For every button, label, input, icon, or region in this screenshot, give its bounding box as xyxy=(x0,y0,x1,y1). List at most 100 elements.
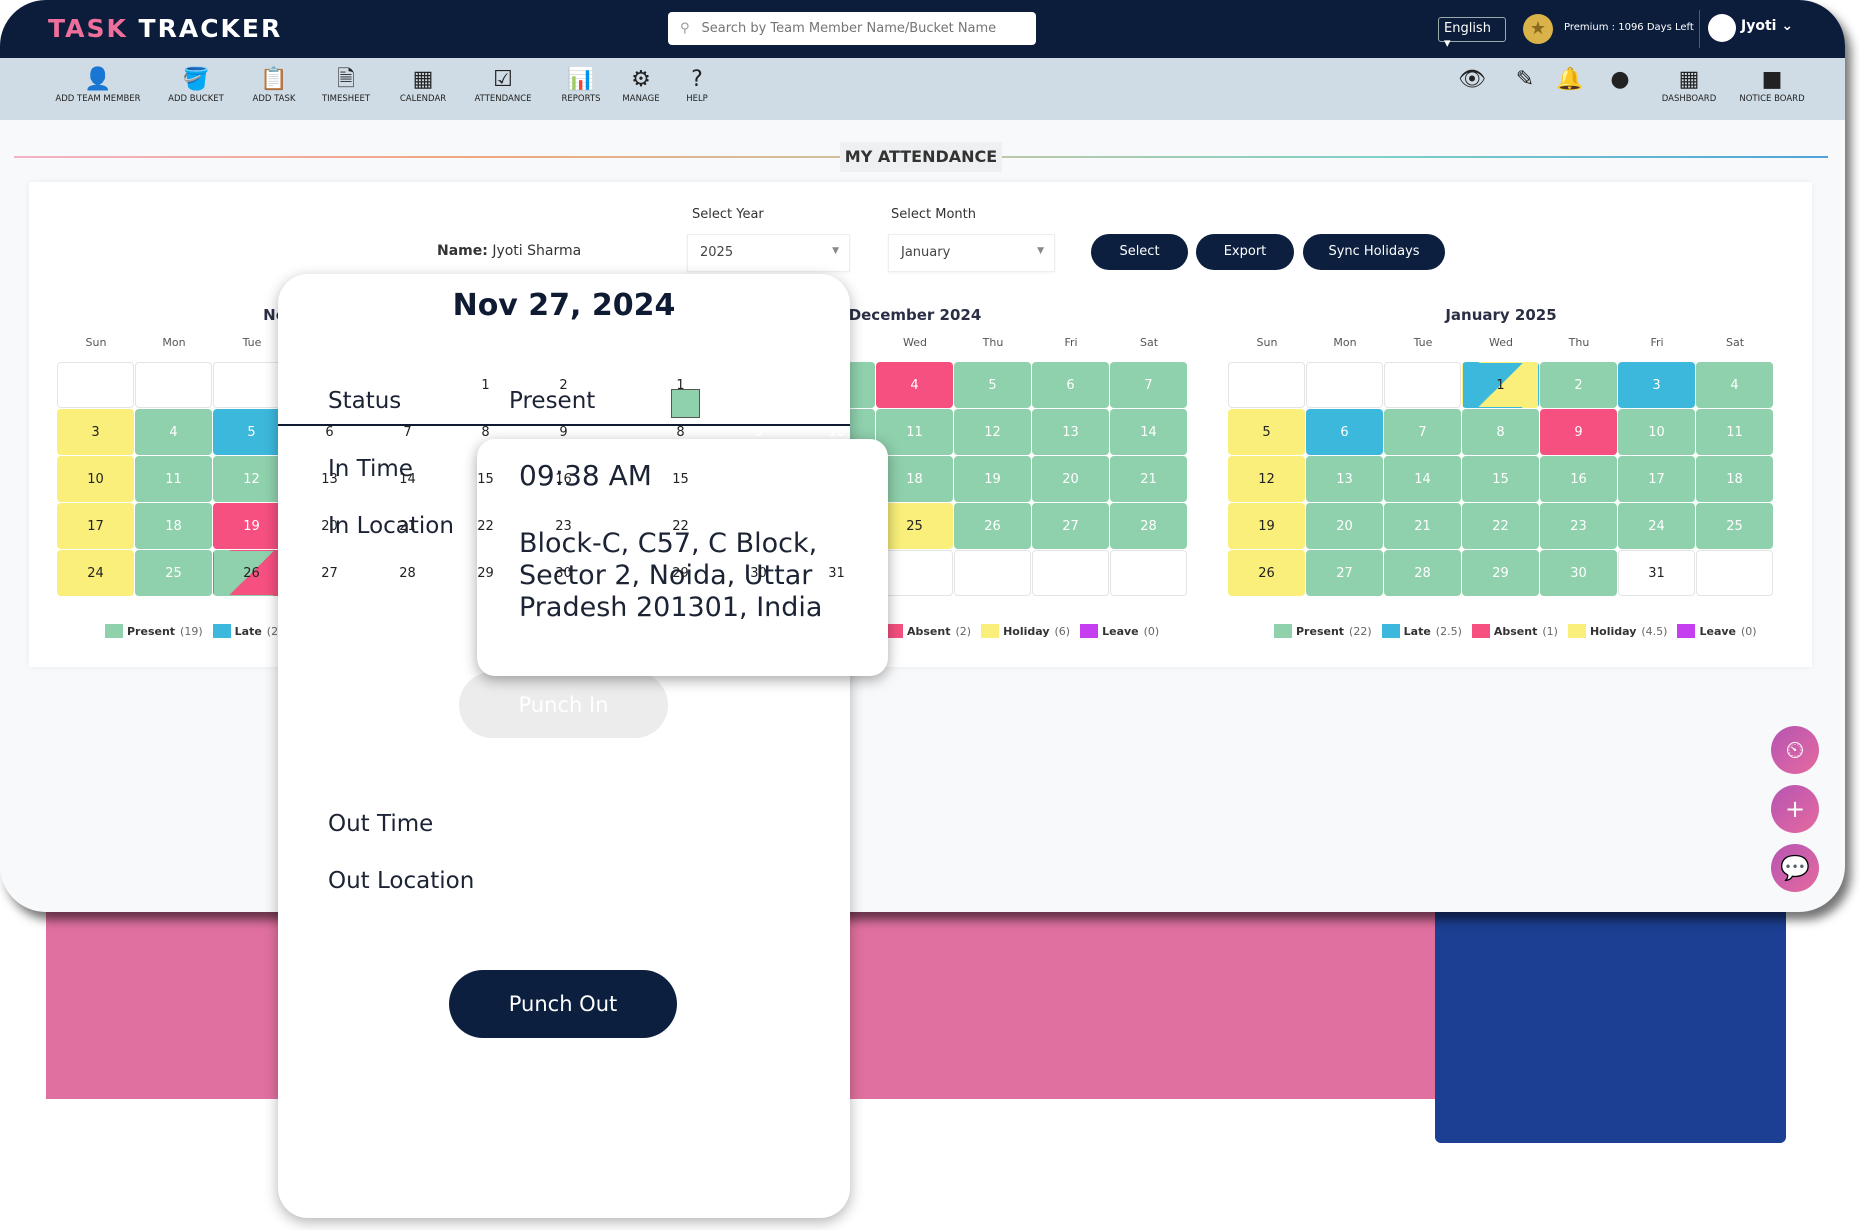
legend-swatch xyxy=(1080,624,1099,638)
toolbar-attendance[interactable]: ☑ ATTENDANCE xyxy=(475,66,532,104)
calendar-day[interactable]: 21 xyxy=(1110,456,1187,502)
calendar-day[interactable]: 28 xyxy=(1110,503,1187,549)
punch-out-button[interactable]: Punch Out xyxy=(449,970,677,1038)
calendar-day[interactable]: 7 xyxy=(1384,409,1461,455)
calendar-day[interactable]: 18 xyxy=(135,503,212,549)
toolbar-manage[interactable]: ⚙ MANAGE xyxy=(622,66,659,104)
calendar-day[interactable]: 10 xyxy=(57,456,134,502)
toolbar-add-task[interactable]: 📋 ADD TASK xyxy=(253,66,296,104)
calendar-day[interactable]: 20 xyxy=(1032,456,1109,502)
month-title: January 2025 xyxy=(1445,306,1557,324)
chevron-down-icon: ▼ xyxy=(1037,246,1044,256)
punch-in-button[interactable]: Punch In xyxy=(459,672,668,738)
export-button[interactable]: Export xyxy=(1196,234,1294,270)
day-number: 15 xyxy=(672,471,689,487)
calendar-day[interactable]: 19 xyxy=(954,456,1031,502)
day-number: 22 xyxy=(672,518,689,534)
calendar-day[interactable]: 5 xyxy=(1228,409,1305,455)
toolbar-add-team-member[interactable]: 👤 ADD TEAM MEMBER xyxy=(55,66,140,104)
select-button[interactable]: Select xyxy=(1091,234,1188,270)
day-number: 20 xyxy=(321,518,338,534)
month-select[interactable]: January ▼ xyxy=(888,234,1055,272)
search-input[interactable] xyxy=(701,21,1002,36)
toolbar-help[interactable]: ? HELP xyxy=(686,66,708,104)
calendar-day[interactable]: 14 xyxy=(1384,456,1461,502)
calendar-day[interactable]: 3 xyxy=(1618,362,1695,408)
calendar-day[interactable]: 21 xyxy=(1384,503,1461,549)
sync-holidays-button[interactable]: Sync Holidays xyxy=(1303,234,1445,270)
toolbar-bell-button[interactable]: 🔔 xyxy=(1556,66,1583,94)
calendar-day[interactable]: 7 xyxy=(1110,362,1187,408)
calendar-day[interactable]: 27 xyxy=(1306,550,1383,596)
calendar-day[interactable]: 10 xyxy=(1618,409,1695,455)
calendar-day[interactable]: 22 xyxy=(1462,503,1539,549)
day-number: 7 xyxy=(1418,424,1427,440)
calendar-day[interactable]: 14 xyxy=(1110,409,1187,455)
day-number: 18 xyxy=(1726,471,1743,487)
toolbar-timesheet[interactable]: 🗎 TIMESHEET xyxy=(322,66,370,104)
calendar-day[interactable]: 30 xyxy=(1540,550,1617,596)
calendar-day[interactable]: 1 xyxy=(1462,362,1539,408)
calendar-day[interactable]: 5 xyxy=(954,362,1031,408)
calendar-day[interactable]: 26 xyxy=(954,503,1031,549)
avatar[interactable] xyxy=(1708,14,1736,42)
calendar-day[interactable]: 4 xyxy=(1696,362,1773,408)
calendar-day[interactable]: 18 xyxy=(1696,456,1773,502)
calendar-day[interactable]: 19 xyxy=(1228,503,1305,549)
calendar-legend: Present (22) Late (2.5) Absent (1) Holiday (4.5… xyxy=(1264,624,1757,638)
divider xyxy=(1699,10,1700,48)
logo[interactable]: TASK TRACKER xyxy=(48,14,282,43)
toolbar-eye-button[interactable]: 👁 xyxy=(1458,66,1486,94)
calendar-day[interactable]: 17 xyxy=(57,503,134,549)
name-value: Jyoti Sharma xyxy=(492,243,582,259)
plus-fab-button[interactable]: + xyxy=(1771,785,1819,833)
calendar-day[interactable]: 24 xyxy=(57,550,134,596)
toolbar-calendar[interactable]: ▦ CALENDAR xyxy=(400,66,446,104)
calendar-day[interactable]: 6 xyxy=(1306,409,1383,455)
toolbar-add-bucket[interactable]: 🪣 ADD BUCKET xyxy=(168,66,224,104)
toolbar-edit-button[interactable]: ✎ xyxy=(1516,66,1534,94)
calendar-day[interactable]: 8 xyxy=(1462,409,1539,455)
day-number: 18 xyxy=(165,518,182,534)
calendar-day[interactable]: 25 xyxy=(135,550,212,596)
calendar-day[interactable]: 12 xyxy=(954,409,1031,455)
calendar-day[interactable]: 15 xyxy=(1462,456,1539,502)
calendar-day[interactable]: 26 xyxy=(1228,550,1305,596)
toolbar-video-button[interactable]: ● xyxy=(1610,66,1629,94)
calendar-day[interactable]: 4 xyxy=(876,362,953,408)
toolbar-notice-board-button[interactable]: ■ NOTICE BOARD xyxy=(1739,66,1804,104)
calendar-day[interactable]: 2 xyxy=(1540,362,1617,408)
calendar-day[interactable]: 24 xyxy=(1618,503,1695,549)
year-select[interactable]: 2025 ▼ xyxy=(687,234,850,272)
day-number: 3 xyxy=(832,377,841,393)
calendar-day[interactable]: 12 xyxy=(1228,456,1305,502)
calendar-day[interactable]: 9 xyxy=(1540,409,1617,455)
calendar-day[interactable]: 23 xyxy=(1540,503,1617,549)
page-title-bar: MY ATTENDANCE xyxy=(0,140,1845,172)
calendar-day[interactable]: 11 xyxy=(1696,409,1773,455)
calendar-day[interactable]: 3 xyxy=(57,409,134,455)
calendar-day[interactable]: 13 xyxy=(1032,409,1109,455)
calendar-day[interactable]: 13 xyxy=(1306,456,1383,502)
legend-label: Late xyxy=(234,624,262,638)
toolbar-dashboard-button[interactable]: ▦ DASHBOARD xyxy=(1662,66,1717,104)
calendar-day[interactable]: 25 xyxy=(1696,503,1773,549)
chat-fab-button[interactable]: 💬 xyxy=(1771,844,1819,892)
calendar-day[interactable]: 16 xyxy=(1540,456,1617,502)
calendar-day[interactable]: 17 xyxy=(1618,456,1695,502)
calendar-day[interactable]: 11 xyxy=(876,409,953,455)
day-number: 4 xyxy=(1730,377,1739,393)
language-select[interactable]: English ▾ xyxy=(1438,17,1506,51)
calendar-day[interactable]: 20 xyxy=(1306,503,1383,549)
calendar-day[interactable]: 28 xyxy=(1384,550,1461,596)
calendar-day[interactable]: 4 xyxy=(135,409,212,455)
calendar-day[interactable]: 29 xyxy=(1462,550,1539,596)
calendar-day[interactable]: 31 xyxy=(1618,550,1695,596)
calendar-day[interactable]: 6 xyxy=(1032,362,1109,408)
user-menu[interactable]: Jyoti ⌄ xyxy=(1741,18,1793,34)
calendar-day[interactable]: 11 xyxy=(135,456,212,502)
toolbar-reports[interactable]: 📊 REPORTS xyxy=(562,66,601,104)
day-number: 21 xyxy=(1140,471,1157,487)
clock-out-fab-button[interactable]: ⏲ xyxy=(1771,726,1819,774)
calendar-day[interactable]: 27 xyxy=(1032,503,1109,549)
